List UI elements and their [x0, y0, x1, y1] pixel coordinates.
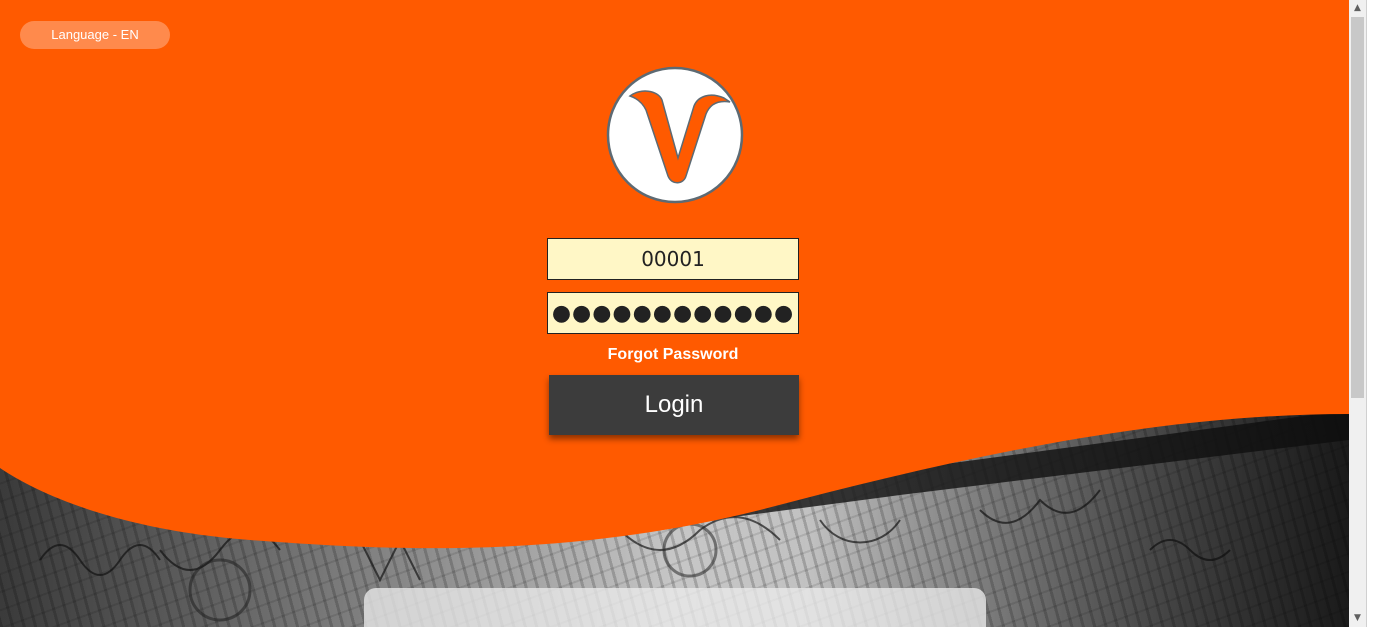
scrollbar-thumb[interactable]	[1351, 17, 1364, 398]
username-field[interactable]	[547, 238, 799, 280]
login-page: Language - EN Forgot Password Login	[0, 0, 1349, 627]
forgot-password-link[interactable]: Forgot Password	[547, 346, 799, 364]
vertical-scrollbar[interactable]: ▲ ▼	[1349, 0, 1366, 627]
login-button[interactable]: Login	[549, 375, 799, 435]
language-button[interactable]: Language - EN	[20, 21, 170, 49]
adjacent-window-edge	[1366, 0, 1375, 627]
bottom-panel	[364, 588, 986, 627]
scroll-down-icon[interactable]: ▼	[1349, 610, 1366, 627]
v-logo-icon	[606, 66, 744, 204]
scroll-up-icon[interactable]: ▲	[1349, 0, 1366, 17]
password-field[interactable]	[547, 292, 799, 334]
